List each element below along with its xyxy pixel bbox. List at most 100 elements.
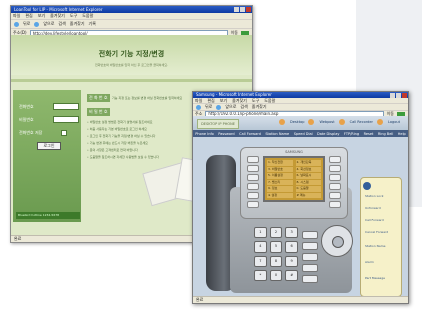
feature-menu-item[interactable]: Part Message <box>365 276 385 280</box>
logout-link[interactable]: Logout <box>388 120 400 124</box>
phone-number-input[interactable] <box>53 103 79 110</box>
desktop-link[interactable]: Desktop <box>290 120 304 124</box>
nav-item[interactable]: Password <box>218 132 234 136</box>
webpost-link[interactable]: Webpost <box>319 120 334 124</box>
menu-tools[interactable]: 도구 <box>70 13 77 19</box>
dial-key[interactable]: 4 <box>254 241 267 253</box>
menu-edit[interactable]: 편집 <box>207 98 214 103</box>
lcd-item[interactable]: 2. 개인단축 <box>295 160 321 166</box>
lcd-item[interactable]: 8. 시스템 <box>295 179 321 185</box>
menu-tools[interactable]: 도구 <box>252 98 259 103</box>
back-button[interactable]: 뒤로 <box>205 104 212 110</box>
call-recorder-link[interactable]: Call Recorder <box>350 120 373 124</box>
nav-item[interactable]: Ring Bell <box>378 132 393 136</box>
back-icon[interactable] <box>14 21 19 27</box>
lcd-item[interactable]: 0. 도움말 <box>295 186 321 192</box>
lcd-item[interactable]: 3. 비밀번호 <box>267 166 293 172</box>
back-icon[interactable] <box>196 104 201 110</box>
search-button[interactable]: 검색 <box>58 21 65 27</box>
lcd-item[interactable]: 9. 정보 <box>267 186 293 192</box>
ok-button[interactable] <box>332 236 344 248</box>
soft-key[interactable] <box>247 183 259 190</box>
login-button[interactable]: 로그인 <box>37 142 61 150</box>
desktop-icon[interactable] <box>279 119 285 125</box>
dial-key[interactable]: 0 <box>269 269 283 281</box>
menu-help[interactable]: 도움말 <box>264 98 275 103</box>
menu-favorites[interactable]: 즐겨찾기 <box>50 13 65 19</box>
nav-item[interactable]: Date Display <box>317 132 339 136</box>
menu-view[interactable]: 보기 <box>220 98 227 103</box>
password-input[interactable] <box>53 116 79 123</box>
dial-key[interactable]: 3 <box>285 227 298 239</box>
forward-button[interactable]: 앞으로 <box>225 104 236 110</box>
soft-key[interactable] <box>247 174 259 181</box>
lcd-item[interactable]: 5. 이름설정 <box>267 173 293 179</box>
close-button[interactable] <box>402 93 407 98</box>
lcd-item[interactable]: 1. 착신전환 <box>267 160 293 166</box>
soft-key[interactable] <box>329 165 341 172</box>
nav-item[interactable]: Speed Dial <box>294 132 313 136</box>
dial-key[interactable]: # <box>285 269 298 281</box>
maximize-button[interactable] <box>240 7 245 12</box>
close-button[interactable] <box>246 7 251 12</box>
feature-menu-item[interactable]: Station Name <box>365 244 385 248</box>
lcd-item[interactable]: 7. 벨소리 <box>267 179 293 185</box>
soft-key[interactable] <box>247 192 259 199</box>
dial-key[interactable]: 1 <box>254 227 267 239</box>
menu-file[interactable]: 파일 <box>13 13 20 19</box>
nav-item[interactable]: FTP/Ring <box>344 132 359 136</box>
navigation-pad[interactable] <box>321 225 353 257</box>
dial-key[interactable]: * <box>254 269 267 281</box>
back-button[interactable]: 뒤로 <box>23 21 30 27</box>
function-key[interactable] <box>302 253 318 261</box>
forward-button[interactable]: 앞으로 <box>43 21 54 27</box>
menu-help[interactable]: 도움말 <box>82 13 93 19</box>
favorites-button[interactable]: 즐겨찾기 <box>252 104 267 110</box>
feature-menu-item[interactable]: Cancel Forward <box>365 230 388 234</box>
call-recorder-icon[interactable] <box>338 119 345 125</box>
menu-view[interactable]: 보기 <box>38 13 45 19</box>
menu-edit[interactable]: 편집 <box>25 13 32 19</box>
minimize-button[interactable] <box>234 7 239 12</box>
feature-menu-item[interactable]: Station Lock <box>365 194 383 198</box>
soft-key[interactable] <box>329 174 341 181</box>
minimize-button[interactable] <box>390 93 395 98</box>
lcd-item[interactable]: 4. 회선정보 <box>295 166 321 172</box>
soft-key[interactable] <box>329 192 341 199</box>
nav-item[interactable]: Station Name <box>265 132 289 136</box>
dial-key[interactable]: 8 <box>269 255 283 267</box>
dial-key[interactable]: 6 <box>285 241 298 253</box>
logout-icon[interactable] <box>376 119 383 125</box>
maximize-button[interactable] <box>396 93 401 98</box>
lcd-item[interactable]: ※ 설정 <box>267 192 293 198</box>
feature-menu-item[interactable]: Call Forward <box>365 218 384 222</box>
nav-item[interactable]: Call Forward <box>239 132 261 136</box>
function-key[interactable] <box>302 264 318 272</box>
feature-menu-item[interactable]: Alarm <box>365 260 374 264</box>
soft-key[interactable] <box>247 201 259 208</box>
history-button[interactable]: 기록 <box>89 21 96 27</box>
function-key[interactable] <box>302 275 318 283</box>
soft-key[interactable] <box>247 165 259 172</box>
dial-key[interactable]: 9 <box>285 255 298 267</box>
menu-file[interactable]: 파일 <box>195 98 202 103</box>
search-button[interactable]: 검색 <box>240 104 247 110</box>
dial-key[interactable]: 7 <box>254 255 267 267</box>
webpost-icon[interactable] <box>308 119 315 125</box>
function-key[interactable] <box>302 231 318 239</box>
nav-item[interactable]: Phone Info <box>195 132 214 136</box>
soft-key[interactable] <box>329 156 341 163</box>
dial-key[interactable]: 5 <box>269 241 283 253</box>
lcd-item[interactable]: # 메뉴 <box>295 192 321 198</box>
feature-menu-item[interactable]: Unforward <box>365 206 381 210</box>
nav-item[interactable]: Reset <box>364 132 374 136</box>
soft-key[interactable] <box>329 201 341 208</box>
soft-key[interactable] <box>329 183 341 190</box>
soft-key[interactable] <box>247 156 259 163</box>
forward-icon[interactable] <box>216 104 222 110</box>
dial-key[interactable]: 2 <box>269 227 283 239</box>
favorites-button[interactable]: 즐겨찾기 <box>70 21 85 27</box>
forward-icon[interactable] <box>34 21 40 27</box>
save-number-checkbox[interactable] <box>61 130 67 136</box>
menu-favorites[interactable]: 즐겨찾기 <box>232 98 247 103</box>
